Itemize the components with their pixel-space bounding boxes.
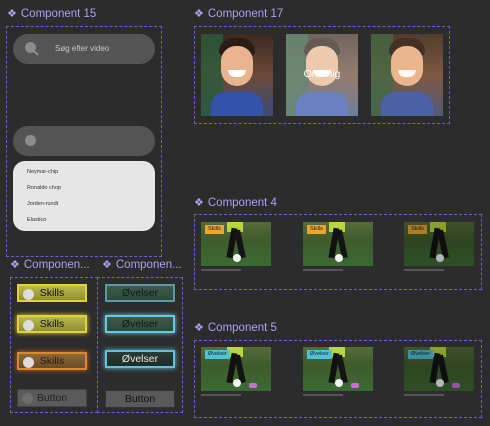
dropdown-option[interactable]: Neymar-chip (27, 169, 58, 175)
default-button[interactable]: Button (17, 389, 87, 407)
frame-title: Componen... (115, 258, 182, 271)
component-diamond-icon: ❖ (194, 322, 204, 334)
portrait-caption: Om mig (303, 68, 341, 80)
skills-tag: Skills (307, 225, 326, 234)
frame-label-component-5: ❖ Component 5 (194, 321, 277, 335)
search-input-collapsed[interactable] (13, 126, 155, 156)
button-label: Øvelser (121, 287, 159, 299)
magnifier-icon (25, 135, 36, 146)
magnifier-icon (25, 42, 36, 53)
clip-caption-line (201, 394, 241, 396)
skills-button-hover[interactable]: Skills (17, 315, 87, 333)
search-input[interactable]: Søg efter video (13, 34, 155, 64)
component-diamond-icon: ❖ (102, 259, 112, 271)
soccer-ball-icon (23, 320, 34, 331)
ovelser-clip-thumbnail[interactable]: Øvelser (404, 347, 474, 391)
skills-tag: Skills (205, 225, 224, 234)
portrait-photo-warm[interactable] (371, 34, 443, 116)
ovelser-button[interactable]: Øvelser (105, 284, 175, 302)
frame-label-component-15: ❖ Component 15 (7, 7, 97, 21)
ovelser-tag: Øvelser (408, 350, 433, 359)
skills-clip-thumbnail[interactable]: Skills (303, 222, 373, 266)
search-placeholder: Søg efter video (55, 44, 110, 53)
dropdown-option[interactable]: Elastico (27, 217, 46, 223)
button-label: Button (36, 392, 68, 404)
skills-button-pressed[interactable]: Skills (17, 352, 87, 370)
clip-caption-line (303, 269, 343, 271)
dropdown-option[interactable]: Ronaldo chop (27, 185, 61, 191)
button-label: Øvelser (121, 318, 159, 330)
button-label: Button (124, 393, 156, 405)
ovelser-clip-thumbnail[interactable]: Øvelser (201, 347, 271, 391)
skills-clip-thumbnail[interactable]: Skills (404, 222, 474, 266)
frame-title: Component 4 (207, 196, 277, 209)
skills-button[interactable]: Skills (17, 284, 87, 302)
clip-caption-line (201, 269, 241, 271)
button-label: Skills (39, 355, 65, 367)
component-diamond-icon: ❖ (194, 8, 204, 20)
clip-caption-line (404, 394, 444, 396)
soccer-ball-icon (22, 393, 33, 404)
button-label: Skills (39, 318, 65, 330)
frame-title: Component 15 (20, 7, 97, 20)
frame-label-component-17: ❖ Component 17 (194, 7, 284, 21)
ovelser-tag: Øvelser (205, 350, 230, 359)
ovelser-clip-thumbnail[interactable]: Øvelser (303, 347, 373, 391)
search-dropdown: Neymar-chip Ronaldo chop Jorden-rundt El… (13, 161, 155, 231)
frame-label-ovelser-button: ❖ Componen... (102, 258, 182, 272)
soccer-ball-icon (23, 357, 34, 368)
soccer-ball-icon (23, 289, 34, 300)
clip-caption-line (404, 269, 444, 271)
button-label: Øvelser (121, 353, 159, 365)
ovelser-tag: Øvelser (307, 350, 332, 359)
default-button[interactable]: Button (105, 390, 175, 408)
portrait-photo[interactable] (201, 34, 273, 116)
dropdown-option[interactable]: Jorden-rundt (27, 201, 58, 207)
portrait-photo-hover[interactable]: Om mig (286, 34, 358, 116)
frame-label-component-4: ❖ Component 4 (194, 196, 277, 210)
skills-clip-thumbnail[interactable]: Skills (201, 222, 271, 266)
component-diamond-icon: ❖ (194, 197, 204, 209)
skills-tag: Skills (408, 225, 427, 234)
component-diamond-icon: ❖ (7, 8, 17, 20)
frame-title: Componen... (23, 258, 90, 271)
frame-title: Component 17 (207, 7, 284, 20)
ovelser-button-pressed[interactable]: Øvelser (105, 350, 175, 368)
frame-label-skills-button: ❖ Componen... (10, 258, 90, 272)
component-diamond-icon: ❖ (10, 259, 20, 271)
ovelser-button-hover[interactable]: Øvelser (105, 315, 175, 333)
clip-caption-line (303, 394, 343, 396)
button-label: Skills (39, 287, 65, 299)
frame-title: Component 5 (207, 321, 277, 334)
